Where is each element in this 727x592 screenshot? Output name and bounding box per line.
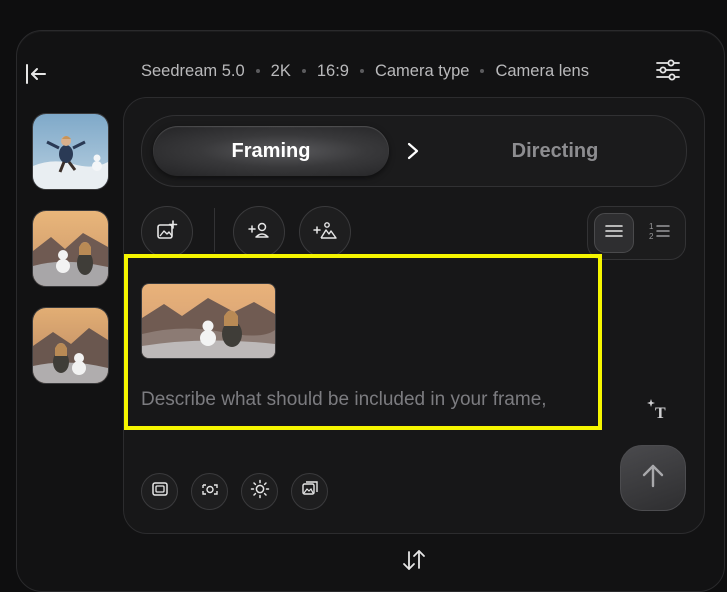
svg-text:1: 1 <box>649 222 654 231</box>
list-view-icon <box>604 223 624 244</box>
numbered-list-icon: 1 2 <box>648 221 670 246</box>
separator-dot <box>255 69 260 73</box>
tab-framing[interactable]: Framing <box>153 126 389 176</box>
add-character-icon <box>247 219 271 246</box>
frame-icon <box>151 480 169 503</box>
separator-dot <box>480 69 485 73</box>
history-thumbnail-2[interactable] <box>32 210 109 287</box>
add-image-button[interactable] <box>141 206 193 258</box>
lighting-tool-button[interactable] <box>241 473 278 510</box>
generation-settings-bar: Seedream 5.0 2K 16:9 Camera type Camera … <box>141 58 589 84</box>
toolbar-divider <box>214 208 215 252</box>
tab-directing[interactable]: Directing <box>470 126 640 176</box>
sun-icon <box>250 479 270 504</box>
add-scene-icon <box>312 219 338 246</box>
separator-dot <box>359 69 364 73</box>
gallery-tool-button[interactable] <box>291 473 328 510</box>
add-character-button[interactable] <box>233 206 285 258</box>
text-sparkle-icon[interactable]: T <box>644 395 672 423</box>
svg-text:T: T <box>655 405 666 421</box>
separator-dot <box>301 69 306 73</box>
swap-vertical-icon[interactable] <box>400 546 428 574</box>
arrow-up-icon <box>640 462 666 495</box>
prompt-input[interactable] <box>141 385 596 415</box>
numbered-list-button[interactable]: 1 2 <box>639 213 679 253</box>
aspect-ratio-selector[interactable]: 16:9 <box>317 62 349 81</box>
send-button[interactable] <box>620 445 686 511</box>
gallery-icon <box>301 480 319 503</box>
history-thumbnail-3[interactable] <box>32 307 109 384</box>
add-scene-button[interactable] <box>299 206 351 258</box>
collapse-left-icon[interactable] <box>22 59 50 89</box>
camera-lens-selector[interactable]: Camera lens <box>495 62 589 81</box>
view-mode-toggle: 1 2 <box>587 206 686 260</box>
model-selector[interactable]: Seedream 5.0 <box>141 62 245 81</box>
svg-text:2: 2 <box>649 232 654 241</box>
sliders-icon[interactable] <box>654 57 682 83</box>
resolution-selector[interactable]: 2K <box>271 62 291 81</box>
chevron-right-icon <box>402 140 424 162</box>
history-thumbnail-1[interactable] <box>32 113 109 190</box>
camera-type-selector[interactable]: Camera type <box>375 62 469 81</box>
frame-tool-button[interactable] <box>141 473 178 510</box>
reference-image[interactable] <box>141 283 276 359</box>
list-view-button[interactable] <box>594 213 634 253</box>
add-image-icon <box>156 219 178 246</box>
camera-icon <box>201 480 219 503</box>
camera-tool-button[interactable] <box>191 473 228 510</box>
